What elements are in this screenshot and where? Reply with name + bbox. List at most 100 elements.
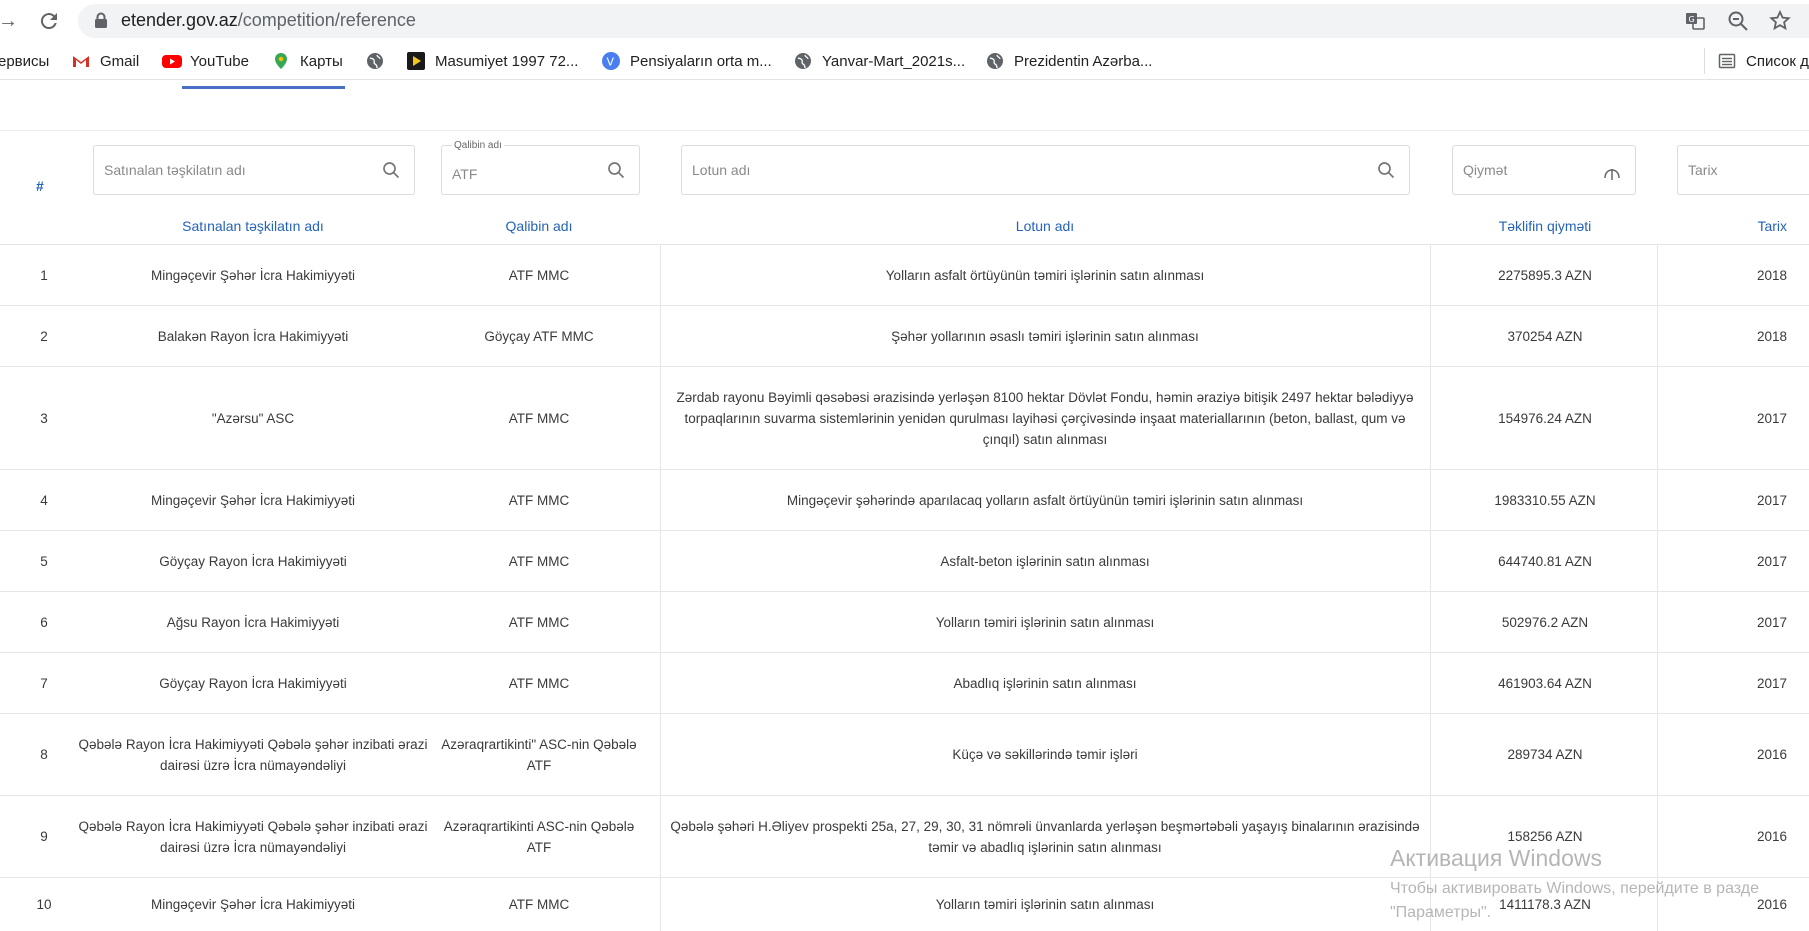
index-column-header: #: [36, 178, 44, 194]
lot-cell: Küçə və səkillərində təmir işləri: [952, 747, 1138, 762]
bookmark-gmail[interactable]: Gmail: [72, 51, 139, 71]
row-number: 10: [36, 897, 52, 912]
winner-cell: ATF MMC: [508, 675, 570, 691]
column-header-price[interactable]: Təklifin qiyməti: [1430, 218, 1660, 234]
date-filter-input[interactable]: Tarix: [1677, 145, 1809, 195]
windows-activation-watermark: Активация Windows Чтобы активировать Win…: [1390, 845, 1760, 921]
url-text[interactable]: etender.gov.az/competition/reference: [121, 10, 416, 31]
lot-cell: Qəbələ şəhəri H.Əliyev prospekti 25a, 27…: [670, 818, 1420, 855]
search-icon[interactable]: [1377, 161, 1395, 179]
search-icon[interactable]: [382, 161, 400, 179]
lot-filter-input[interactable]: Lotun adı: [681, 145, 1410, 195]
bookmark-maps[interactable]: Карты: [272, 51, 343, 71]
row-number: 3: [40, 410, 48, 426]
bookmark-yanvar[interactable]: Yanvar-Mart_2021s...: [794, 51, 965, 71]
table-row[interactable]: 2 Balakən Rayon İcra Hakimiyyəti Göyçay …: [0, 306, 1809, 367]
date-cell: 2017: [1756, 553, 1787, 569]
winner-cell: ATF MMC: [508, 897, 570, 912]
price-cell: 461903.64 AZN: [1498, 675, 1592, 691]
date-cell: 2017: [1756, 492, 1787, 508]
price-cell: 1983310.55 AZN: [1494, 492, 1596, 508]
row-number: 1: [40, 267, 48, 283]
search-icon[interactable]: [607, 161, 625, 179]
globe-icon: [366, 52, 384, 70]
maps-icon: [272, 52, 290, 70]
org-filter-input[interactable]: Satınalan təşkilatın adı: [93, 145, 415, 195]
org-cell: Qəbələ Rayon İcra Hakimiyyəti Qəbələ şəh…: [78, 818, 428, 855]
winner-cell: ATF MMC: [508, 553, 570, 569]
lot-cell: Yolların təmiri işlərinin satın alınması: [935, 614, 1155, 630]
date-cell: 2016: [1756, 829, 1787, 844]
svg-text:G: G: [1689, 15, 1695, 24]
lot-cell: Yolların təmiri işlərinin satın alınması: [935, 897, 1155, 912]
v-icon: V: [602, 52, 620, 70]
table-row[interactable]: 4 Mingəçevir Şəhər İcra Hakimiyyəti ATF …: [0, 470, 1809, 531]
column-header-date[interactable]: Tarix: [1660, 218, 1787, 234]
winner-cell: Azəraqrartikinti ASC-nin Qəbələ ATF: [443, 818, 635, 855]
row-number: 4: [40, 492, 48, 508]
bookmark-globe[interactable]: [366, 51, 394, 71]
date-cell: 2018: [1756, 328, 1787, 344]
zoom-out-icon[interactable]: [1726, 9, 1750, 33]
row-number: 7: [40, 675, 48, 691]
lot-cell: Mingəçevir şəhərində aparılacaq yolların…: [786, 492, 1304, 508]
table-row[interactable]: 7 Göyçay Rayon İcra Hakimiyyəti ATF MMC …: [0, 653, 1809, 714]
bookmark-services[interactable]: ервисы: [0, 51, 49, 71]
bookmark-star-icon[interactable]: [1768, 9, 1792, 33]
bookmark-prezident[interactable]: Prezidentin Azərba...: [986, 51, 1152, 71]
play-icon: [407, 52, 425, 70]
org-cell: Mingəçevir Şəhər İcra Hakimiyyəti: [150, 897, 356, 912]
date-cell: 2017: [1756, 410, 1787, 426]
column-header-org[interactable]: Satınalan təşkilatın adı: [78, 218, 428, 234]
table-row[interactable]: 1 Mingəçevir Şəhər İcra Hakimiyyəti ATF …: [0, 245, 1809, 306]
reference-page: # Satınalan təşkilatın adı Qalibin adı A…: [0, 90, 1809, 931]
lot-cell: Asfalt-beton işlərinin satın alınması: [940, 553, 1150, 569]
bookmark-youtube[interactable]: YouTube: [162, 51, 249, 71]
price-cell: 154976.24 AZN: [1498, 410, 1592, 426]
date-cell: 2017: [1756, 614, 1787, 630]
price-filter-input[interactable]: Qiymət: [1452, 145, 1636, 195]
globe-icon: [986, 52, 1004, 70]
price-cell: 2275895.3 AZN: [1498, 267, 1592, 283]
row-number: 2: [40, 328, 48, 344]
table-row[interactable]: 5 Göyçay Rayon İcra Hakimiyyəti ATF MMC …: [0, 531, 1809, 592]
forward-icon[interactable]: →: [0, 9, 20, 33]
table-row[interactable]: 3 "Azərsu" ASC ATF MMC Zərdab rayonu Bəy…: [0, 367, 1809, 470]
column-header-lot[interactable]: Lotun adı: [662, 218, 1428, 234]
youtube-icon: [162, 52, 182, 70]
bookmark-reading-list[interactable]: Список д: [1718, 51, 1809, 71]
org-cell: Mingəçevir Şəhər İcra Hakimiyyəti: [150, 267, 356, 283]
winner-cell: Göyçay ATF MMC: [484, 328, 594, 344]
globe-icon: [794, 52, 812, 70]
org-cell: "Azərsu" ASC: [211, 410, 295, 426]
price-cell: 502976.2 AZN: [1501, 614, 1589, 630]
date-cell: 2016: [1756, 747, 1787, 762]
row-number: 6: [40, 614, 48, 630]
org-cell: Mingəçevir Şəhər İcra Hakimiyyəti: [150, 492, 356, 508]
bookmarks-separator: [1704, 48, 1705, 74]
table-row[interactable]: 8 Qəbələ Rayon İcra Hakimiyyəti Qəbələ ş…: [0, 714, 1809, 796]
date-cell: 2017: [1756, 675, 1787, 691]
reading-list-icon: [1718, 52, 1736, 70]
org-cell: Göyçay Rayon İcra Hakimiyyəti: [159, 675, 347, 691]
column-header-winner[interactable]: Qalibin adı: [432, 218, 646, 234]
browser-toolbar: → etender.gov.az/competition/reference G: [0, 0, 1809, 42]
table-row[interactable]: 6 Ağsu Rayon İcra Hakimiyyəti ATF MMC Yo…: [0, 592, 1809, 653]
svg-text:V: V: [607, 56, 615, 69]
row-number: 8: [40, 747, 48, 762]
sort-arrow-icon[interactable]: [1603, 164, 1621, 182]
bookmark-masumiyet[interactable]: Masumiyet 1997 72...: [407, 51, 578, 71]
bookmarks-bar: ервисы Gmail YouTube Карты Masumiyet 199…: [0, 42, 1809, 80]
price-cell: 289734 AZN: [1507, 747, 1583, 762]
bookmark-pensiya[interactable]: V Pensiyaların orta m...: [602, 51, 772, 71]
lock-icon[interactable]: [94, 12, 108, 28]
translate-icon[interactable]: G: [1683, 9, 1707, 33]
price-cell: 644740.81 AZN: [1498, 553, 1592, 569]
winner-cell: ATF MMC: [508, 614, 570, 630]
row-number: 9: [40, 829, 48, 844]
org-cell: Balakən Rayon İcra Hakimiyyəti: [157, 328, 349, 344]
divider: [0, 130, 1809, 131]
reload-icon[interactable]: [37, 9, 61, 33]
winner-filter-input[interactable]: Qalibin adı ATF: [441, 140, 640, 195]
org-cell: Göyçay Rayon İcra Hakimiyyəti: [159, 553, 347, 569]
